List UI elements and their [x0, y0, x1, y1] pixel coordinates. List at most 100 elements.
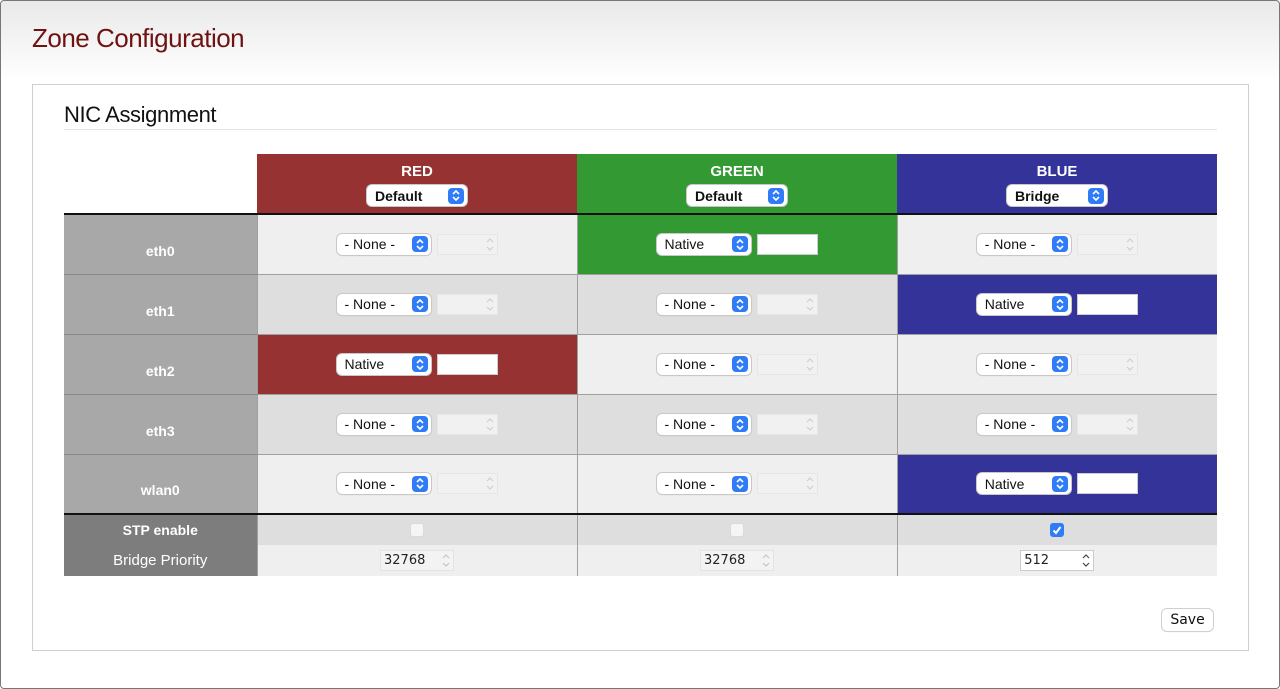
nic-assign-select[interactable]: - None -: [336, 413, 431, 435]
priority-input-blue[interactable]: 512: [1020, 550, 1095, 571]
spinner-arrows-icon: [486, 477, 493, 491]
stp-cell-blue: [896, 513, 1217, 545]
stp-checkbox-red[interactable]: [410, 522, 424, 537]
nic-assign-select[interactable]: - None -: [336, 233, 431, 255]
nic-assign-select[interactable]: Native: [976, 473, 1071, 495]
vlan-number-input[interactable]: [436, 413, 498, 435]
spinner-arrows-icon: [806, 417, 813, 431]
vlan-number-input[interactable]: [436, 293, 498, 315]
vlan-number-input[interactable]: [756, 353, 818, 375]
updown-chevron-icon: [1088, 187, 1104, 204]
priority-value: 32768: [704, 553, 746, 568]
select-value: Native: [984, 475, 1025, 492]
nic-assign-select[interactable]: - None -: [976, 353, 1071, 375]
spinner-arrows-icon: [806, 477, 813, 491]
assign-cell-blue: - None -: [896, 334, 1217, 395]
save-button[interactable]: Save: [1162, 609, 1213, 631]
nic-label: eth0: [64, 213, 257, 275]
zone-name: BLUE: [1036, 163, 1078, 180]
zone-mode-select-blue[interactable]: Bridge: [1007, 185, 1107, 206]
stp-checkbox-green[interactable]: [730, 522, 744, 537]
select-value: - None -: [984, 356, 1036, 372]
nic-assign-select[interactable]: - None -: [336, 473, 431, 495]
vlan-number-input[interactable]: [1076, 353, 1138, 375]
nic-label: wlan0: [64, 454, 257, 515]
updown-chevron-icon: [731, 356, 748, 372]
updown-chevron-icon: [1051, 416, 1068, 432]
stp-row: STP enable: [64, 513, 1217, 545]
updown-chevron-icon: [411, 416, 428, 432]
zone-header-green: GREEN Default: [577, 154, 897, 214]
assign-cell-red: - None -: [256, 274, 577, 335]
nic-assign-select[interactable]: - None -: [656, 473, 751, 495]
assign-cell-blue: Native: [896, 454, 1217, 515]
assign-cell-red: - None -: [256, 213, 577, 275]
updown-chevron-icon: [1051, 296, 1068, 312]
priority-value: 512: [1024, 553, 1050, 568]
zone-mode-select-red[interactable]: Default: [367, 185, 467, 206]
nic-assign-select[interactable]: Native: [656, 233, 751, 255]
select-value: - None -: [984, 236, 1036, 253]
priority-input-green[interactable]: 32768: [700, 550, 774, 571]
nic-label: eth3: [64, 394, 257, 455]
nic-assignment-panel: NIC Assignment RED Default GREEN Default…: [32, 84, 1249, 651]
section-divider: [64, 129, 1217, 130]
vlan-number-input[interactable]: [436, 473, 498, 495]
vlan-number-input[interactable]: [1076, 293, 1138, 315]
vlan-number-input[interactable]: [436, 353, 498, 375]
priority-value: 32768: [384, 553, 426, 568]
spinner-arrows-icon: [486, 297, 493, 311]
vlan-number-input[interactable]: [756, 473, 818, 495]
checkmark-icon: [1053, 526, 1062, 535]
nic-row: eth3 - None - - None - - None -: [64, 394, 1217, 455]
assign-cell-blue: Native: [896, 274, 1217, 335]
nic-assign-select[interactable]: - None -: [976, 233, 1071, 255]
assign-cell-green: - None -: [576, 394, 897, 455]
select-value: Native: [984, 296, 1025, 312]
select-value: Native: [344, 356, 385, 372]
priority-input-red[interactable]: 32768: [380, 550, 454, 571]
vlan-number-input[interactable]: [1076, 233, 1138, 255]
vlan-number-input[interactable]: [436, 233, 498, 255]
priority-cell-green: 32768: [576, 545, 897, 576]
select-value: - None -: [664, 356, 716, 372]
updown-chevron-icon: [1051, 236, 1068, 253]
nic-label: eth2: [64, 334, 257, 395]
assign-cell-green: Native: [576, 213, 897, 275]
stp-cell-green: [576, 513, 897, 545]
vlan-number-input[interactable]: [1076, 473, 1138, 495]
spinner-arrows-icon: [1126, 357, 1134, 371]
nic-assign-select[interactable]: - None -: [976, 413, 1071, 435]
section-title: NIC Assignment: [64, 102, 217, 127]
priority-cell-blue: 512: [896, 545, 1217, 576]
nic-label: eth1: [64, 274, 257, 335]
select-value: Default: [375, 187, 423, 204]
nic-row: eth0 - None - Native - None -: [64, 213, 1217, 275]
page-title: Zone Configuration: [32, 23, 245, 53]
vlan-number-input[interactable]: [756, 293, 818, 315]
nic-assign-select[interactable]: - None -: [656, 413, 751, 435]
nic-assign-select[interactable]: - None -: [656, 353, 751, 375]
priority-cell-red: 32768: [256, 545, 577, 576]
spinner-arrows-icon: [442, 554, 450, 567]
nic-assign-select[interactable]: - None -: [656, 293, 751, 315]
select-value: - None -: [664, 416, 716, 432]
updown-chevron-icon: [1051, 356, 1068, 372]
zone-mode-select-green[interactable]: Default: [687, 185, 787, 206]
nic-assign-select[interactable]: - None -: [336, 293, 431, 315]
window-frame: Zone Configuration NIC Assignment RED De…: [0, 0, 1280, 689]
stp-checkbox-blue[interactable]: [1050, 522, 1065, 537]
vlan-number-input[interactable]: [756, 233, 818, 255]
assign-cell-red: - None -: [256, 394, 577, 455]
nic-assign-select[interactable]: Native: [336, 353, 431, 375]
select-value: - None -: [344, 416, 396, 432]
spinner-arrows-icon: [1126, 417, 1134, 431]
nic-assign-select[interactable]: Native: [976, 293, 1071, 315]
stp-label: STP enable: [64, 513, 257, 545]
select-value: Bridge: [1015, 187, 1060, 204]
spinner-arrows-icon: [486, 237, 493, 251]
bridge-priority-label: Bridge Priority: [64, 545, 257, 576]
vlan-number-input[interactable]: [756, 413, 818, 435]
vlan-number-input[interactable]: [1076, 413, 1138, 435]
select-value: Default: [695, 187, 743, 204]
